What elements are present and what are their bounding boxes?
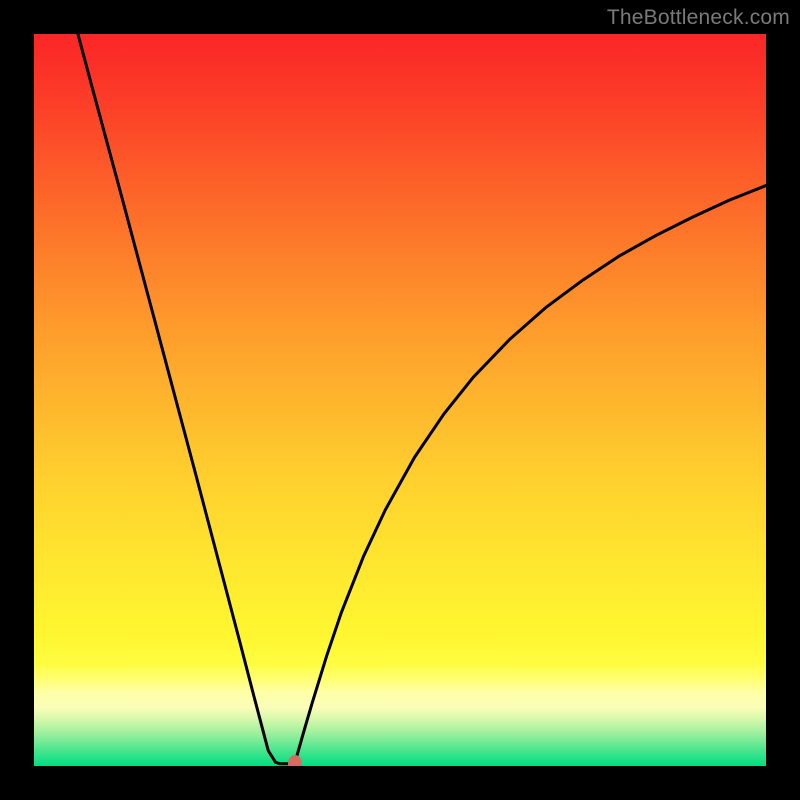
bottleneck-curve <box>78 34 766 764</box>
plot-area <box>34 34 766 766</box>
chart-frame: TheBottleneck.com <box>0 0 800 800</box>
curve-layer <box>34 34 766 766</box>
minimum-marker <box>288 755 302 766</box>
watermark-text: TheBottleneck.com <box>607 6 790 30</box>
